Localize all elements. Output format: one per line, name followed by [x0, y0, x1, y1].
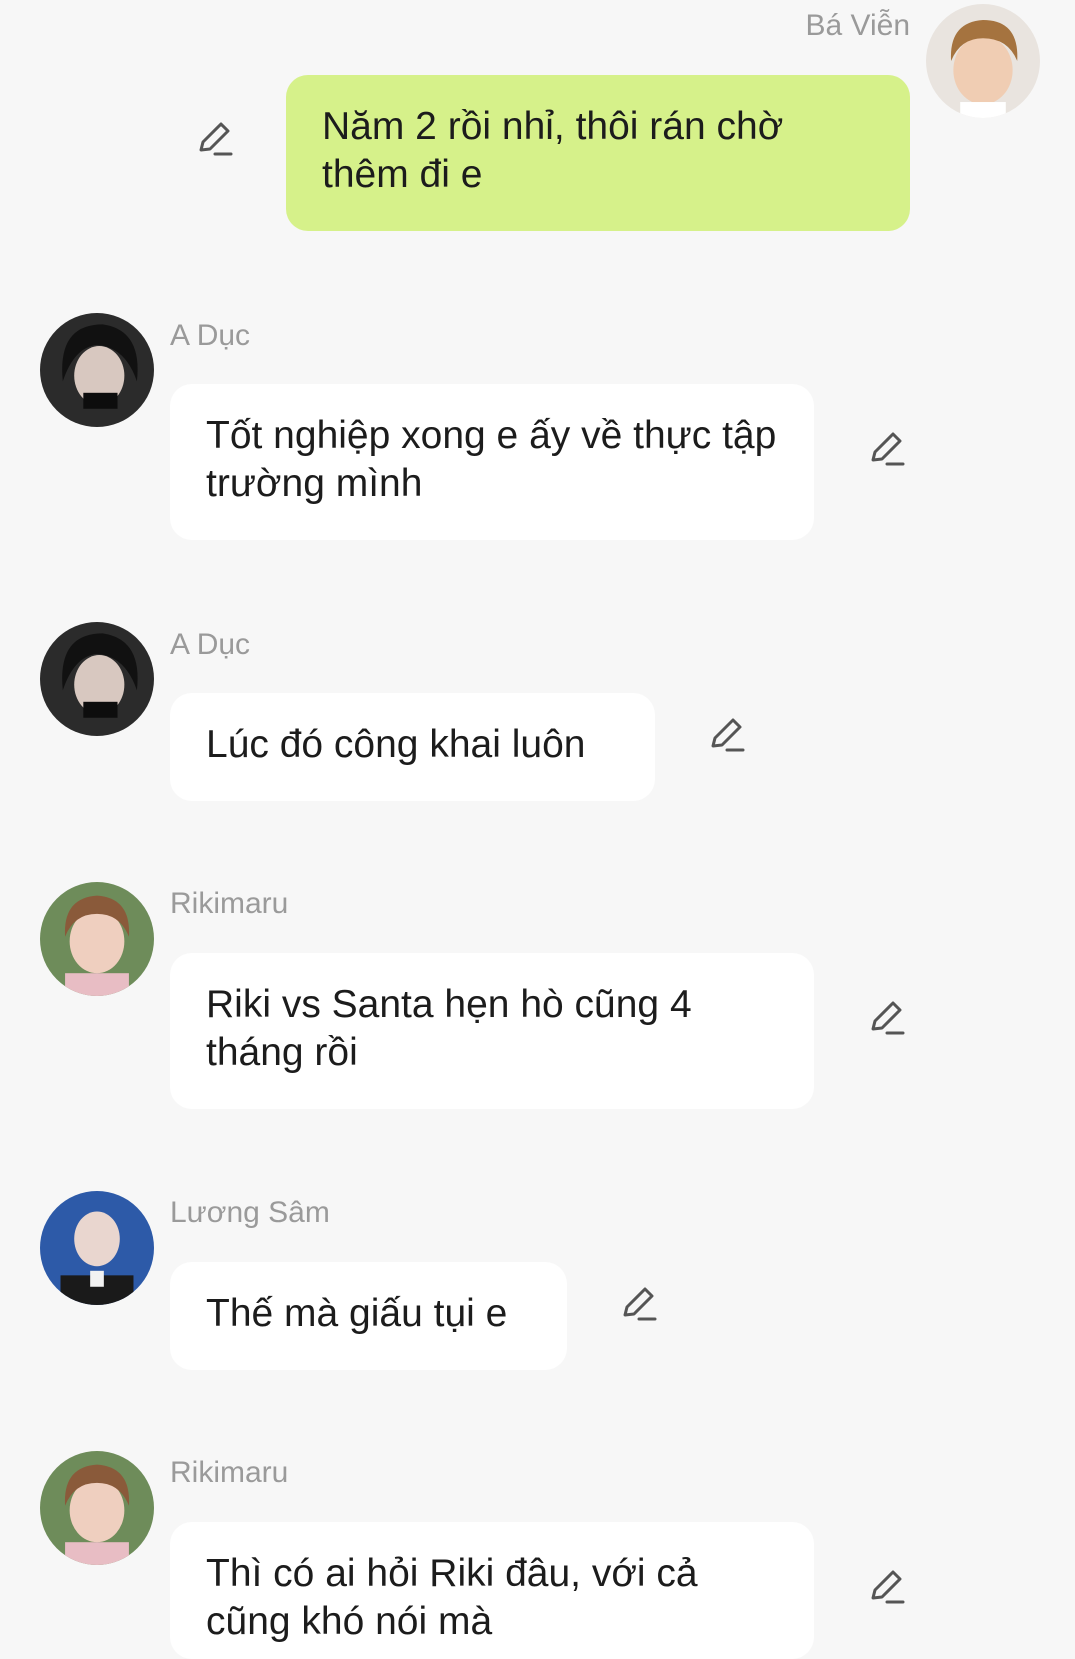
- message-bubble[interactable]: Năm 2 rồi nhỉ, thôi rán chờ thêm đi e: [286, 75, 910, 231]
- avatar[interactable]: [40, 882, 154, 996]
- sender-name: Bá Viễn: [805, 9, 910, 42]
- message-text: Riki vs Santa hẹn hò cũng 4 tháng rồi: [206, 983, 692, 1074]
- message-bubble[interactable]: Tốt nghiệp xong e ấy về thực tập trường …: [170, 384, 814, 540]
- pencil-icon[interactable]: [865, 428, 907, 470]
- sender-name: A Dục: [170, 628, 251, 661]
- chat-thread: Bá Viễn Năm 2 rồi nhỉ, thôi rán chờ thêm…: [0, 0, 1075, 1659]
- sender-name: Rikimaru: [170, 887, 289, 920]
- pencil-icon[interactable]: [617, 1283, 659, 1325]
- message-bubble[interactable]: Thế mà giấu tụi e: [170, 1262, 567, 1370]
- message-bubble[interactable]: Lúc đó công khai luôn: [170, 693, 655, 801]
- message-text: Thế mà giấu tụi e: [206, 1292, 508, 1335]
- message-text: Tốt nghiệp xong e ấy về thực tập trường …: [206, 414, 777, 505]
- pencil-icon[interactable]: [705, 714, 747, 756]
- message-bubble[interactable]: Riki vs Santa hẹn hò cũng 4 tháng rồi: [170, 953, 814, 1109]
- avatar[interactable]: [40, 622, 154, 736]
- pencil-icon[interactable]: [865, 1566, 907, 1608]
- avatar[interactable]: [40, 313, 154, 427]
- avatar[interactable]: [926, 4, 1040, 118]
- pencil-icon[interactable]: [865, 997, 907, 1039]
- sender-name: A Dục: [170, 319, 251, 352]
- message-text: Thì có ai hỏi Riki đâu, với cả cũng khó …: [206, 1552, 698, 1643]
- avatar[interactable]: [40, 1191, 154, 1305]
- sender-name: Lương Sâm: [170, 1196, 330, 1229]
- message-text: Năm 2 rồi nhỉ, thôi rán chờ thêm đi e: [322, 105, 784, 196]
- message-text: Lúc đó công khai luôn: [206, 723, 586, 766]
- sender-name: Rikimaru: [170, 1456, 289, 1489]
- message-bubble[interactable]: Thì có ai hỏi Riki đâu, với cả cũng khó …: [170, 1522, 814, 1659]
- avatar[interactable]: [40, 1451, 154, 1565]
- pencil-icon[interactable]: [193, 118, 235, 160]
